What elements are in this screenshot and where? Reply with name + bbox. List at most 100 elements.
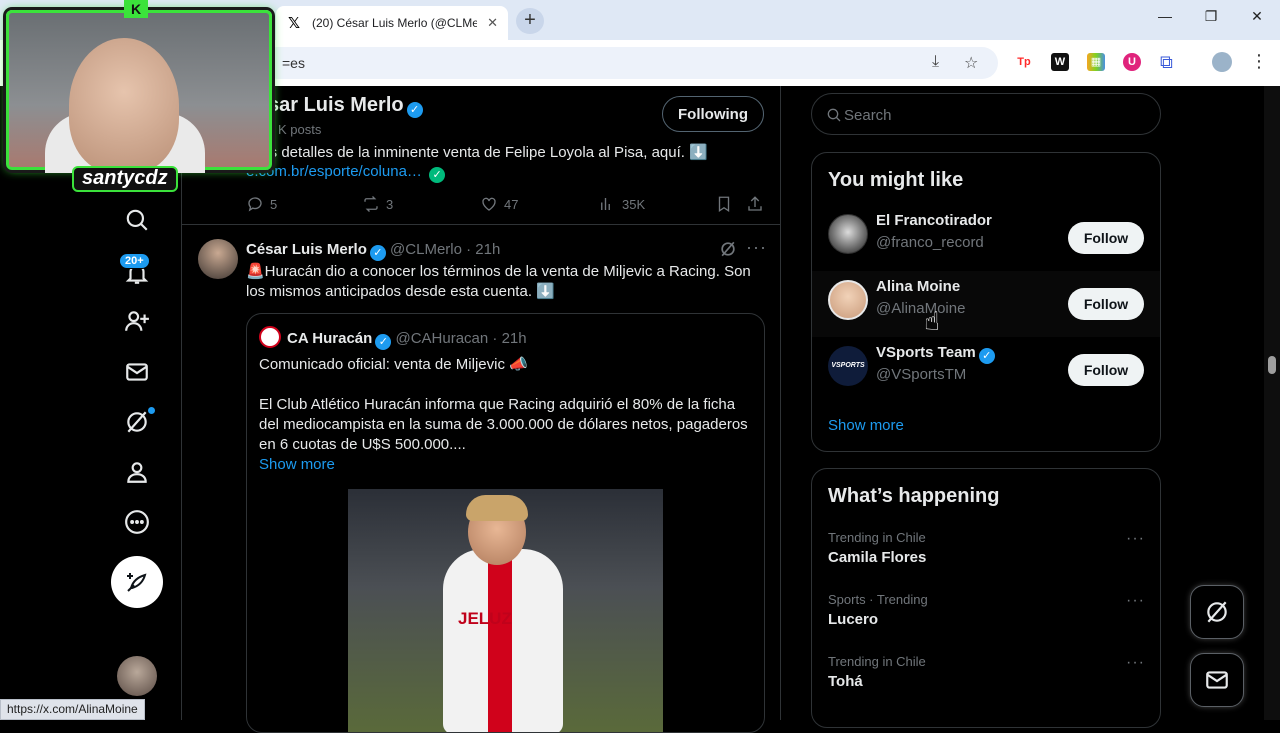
nav-follow[interactable] — [112, 296, 162, 346]
quote-line2: El Club Atlético Huracán informa que Rac… — [259, 396, 736, 413]
jersey-stripe — [488, 559, 512, 732]
search-bar[interactable] — [811, 93, 1161, 135]
grok-float-button[interactable] — [1190, 585, 1244, 639]
profile-header-name: sar Luis Merlo ✓ — [268, 94, 423, 118]
whats-happening-title: What’s happening — [828, 485, 1000, 507]
nav-messages[interactable] — [112, 347, 162, 397]
profile-avatar-icon[interactable] — [1212, 52, 1232, 72]
search-icon — [126, 209, 148, 231]
trend-name[interactable]: Camila Flores — [828, 549, 926, 566]
trend-more-icon[interactable]: ··· — [1126, 654, 1145, 672]
suggestion-row[interactable]: VSPORTS VSports Team ✓ @VSportsTM Follow — [812, 337, 1160, 403]
tweet2-author-name[interactable]: César Luis Merlo — [246, 241, 367, 258]
tweet1-text: lás detalles de la inminente venta de Fe… — [258, 144, 708, 161]
suggestion-row[interactable]: El Francotirador @franco_record Follow — [812, 205, 1160, 271]
quote-handle: @CAHuracan · 21h — [395, 330, 527, 347]
reply-count: 5 — [270, 196, 278, 212]
suggestion-row[interactable]: Alina Moine @AlinaMoine Follow — [812, 271, 1160, 337]
like-count: 47 — [504, 196, 519, 212]
profile-name-text: sar Luis Merlo — [268, 94, 404, 116]
tweet2-handle[interactable]: @CLMerlo · 21h — [390, 241, 500, 258]
extension-u-icon[interactable]: U — [1123, 53, 1141, 71]
trend-meta: Sports · Trending — [828, 592, 928, 607]
search-input[interactable] — [844, 102, 1144, 128]
quote-header: CA Huracán ✓ @CAHuracan · 21h — [287, 329, 527, 350]
view-count: 35K — [622, 196, 646, 212]
extensions-puzzle-icon[interactable]: ⧉ — [1160, 52, 1173, 73]
follow-button[interactable]: Follow — [1068, 288, 1144, 320]
trend-more-icon[interactable]: ··· — [1126, 530, 1145, 548]
install-app-icon[interactable]: ⤓ — [932, 53, 939, 71]
tweet2-author-avatar[interactable] — [198, 239, 238, 279]
quote-line1: Comunicado oficial: venta de Miljevic 📣 — [259, 356, 528, 373]
following-button[interactable]: Following — [662, 96, 764, 132]
address-bar[interactable]: =es ⤓ ☆ — [262, 47, 998, 79]
tweet2-grok-button[interactable] — [718, 239, 738, 264]
tab-title: (20) César Luis Merlo (@CLMerlo — [312, 16, 478, 30]
trend-name[interactable]: Tohá — [828, 673, 863, 690]
follow-button[interactable]: Follow — [1068, 354, 1144, 386]
browser-tab[interactable]: 𝕏 (20) César Luis Merlo (@CLMerlo ✕ — [276, 6, 508, 40]
quote-show-more-link[interactable]: Show more — [259, 455, 335, 475]
url-text: =es — [282, 55, 305, 71]
share-button[interactable] — [746, 195, 764, 213]
compose-post-button[interactable] — [111, 556, 163, 608]
retweet-count: 3 — [386, 196, 394, 212]
bookmark-icon — [718, 196, 730, 213]
views-button[interactable]: 35K — [598, 195, 645, 213]
grok-icon — [127, 411, 147, 433]
page-scrollbar[interactable] — [1264, 86, 1280, 720]
trend-more-icon[interactable]: ··· — [1126, 592, 1145, 610]
more-circle-icon — [125, 510, 149, 534]
tweet-divider — [182, 224, 780, 225]
webcam-overlay: K santycdz — [0, 0, 276, 192]
quoted-tweet[interactable]: CA Huracán ✓ @CAHuracan · 21h Comunicado … — [246, 313, 765, 733]
reply-icon — [248, 197, 262, 212]
quote-media-image[interactable]: JELUZ — [348, 489, 663, 732]
verified-badge-icon: ✓ — [369, 245, 386, 261]
like-button[interactable]: 47 — [480, 195, 518, 213]
search-icon — [827, 108, 841, 122]
browser-menu-icon[interactable]: ⋮ — [1250, 51, 1268, 72]
tweet2-more-icon[interactable]: ··· — [746, 237, 767, 258]
trend-name[interactable]: Lucero — [828, 611, 878, 628]
restore-button[interactable]: ❐ — [1196, 8, 1226, 25]
nav-grok[interactable] — [112, 397, 162, 447]
verified-badge-icon: ✓ — [978, 348, 995, 364]
profile-post-count: K posts — [278, 122, 322, 137]
bookmark-star-icon[interactable]: ☆ — [964, 53, 978, 73]
account-avatar[interactable] — [117, 656, 157, 696]
reply-button[interactable]: 5 — [246, 195, 277, 213]
streamer-face — [69, 38, 179, 173]
jersey-sponsor: JELUZ — [458, 609, 512, 628]
suggestion-handle: @franco_record — [876, 234, 984, 251]
hand-cursor-icon: ☝ — [924, 306, 940, 336]
extension-w-icon[interactable]: W — [1051, 53, 1069, 71]
tweet2-header: César Luis Merlo ✓ @CLMerlo · 21h — [246, 240, 500, 261]
mail-icon — [126, 363, 148, 381]
tweet2-text-line2: los mismos anticipados desde esta cuenta… — [246, 283, 555, 300]
trend-meta: Trending in Chile — [828, 654, 926, 669]
quote-author-name: CA Huracán — [287, 330, 373, 347]
messages-float-button[interactable] — [1190, 653, 1244, 707]
suggestion-avatar — [828, 214, 868, 254]
new-tab-button[interactable]: + — [516, 8, 544, 34]
extension-grid-icon[interactable]: ▦ — [1087, 53, 1105, 71]
webcam-frame — [6, 10, 272, 173]
tab-close-icon[interactable]: ✕ — [487, 15, 498, 31]
bookmark-button[interactable] — [715, 195, 733, 213]
minimize-button[interactable]: — — [1150, 8, 1180, 24]
show-more-link[interactable]: Show more — [828, 417, 904, 434]
extension-tp-icon[interactable]: Tp — [1015, 53, 1033, 71]
nav-explore[interactable] — [112, 195, 162, 245]
quote-line3: del mediocampista en la suma de 3.000.00… — [259, 416, 748, 433]
x-logo-icon: 𝕏 — [287, 15, 301, 32]
nav-more[interactable] — [112, 497, 162, 547]
close-window-button[interactable]: ✕ — [1242, 8, 1272, 25]
share-icon — [748, 196, 762, 211]
retweet-button[interactable]: 3 — [362, 195, 393, 213]
scrollbar-thumb[interactable] — [1268, 356, 1276, 374]
grok-icon — [721, 241, 735, 257]
nav-profile[interactable] — [112, 447, 162, 497]
follow-button[interactable]: Follow — [1068, 222, 1144, 254]
